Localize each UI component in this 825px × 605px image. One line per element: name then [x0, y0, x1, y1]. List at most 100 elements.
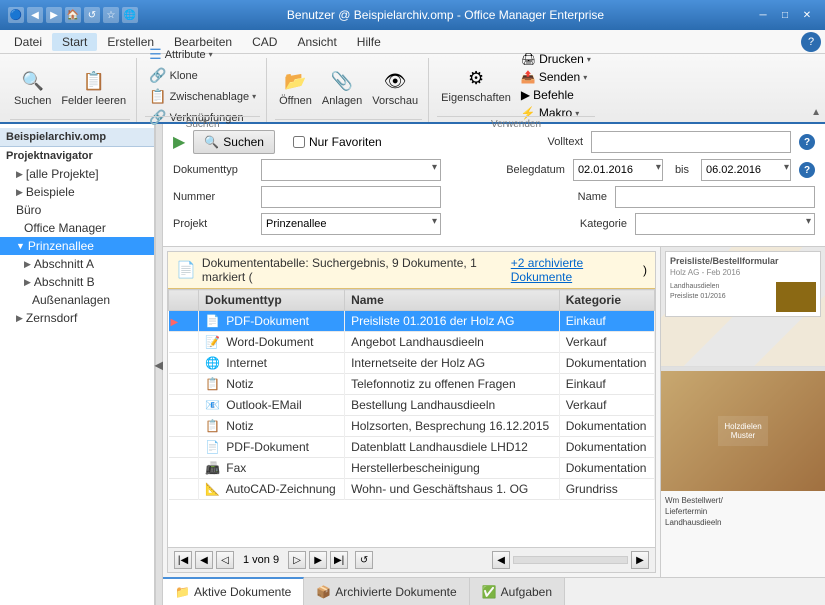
suchen-button[interactable]: 🔍 Suchen: [10, 61, 55, 117]
minimize-button[interactable]: ─: [753, 7, 773, 23]
close-button[interactable]: ✕: [797, 7, 817, 23]
sidebar-item-alle[interactable]: ▶ [alle Projekte]: [0, 165, 154, 183]
col-header-kategorie[interactable]: Kategorie: [559, 290, 654, 311]
oeffnen-button[interactable]: 📂 Öffnen: [275, 61, 316, 117]
nav-forward[interactable]: ▶: [46, 7, 62, 23]
table-scrollbar-left[interactable]: ◀: [492, 551, 510, 569]
date-to-dropdown-icon[interactable]: ▾: [784, 162, 789, 173]
nav-last-button[interactable]: ▶|: [330, 551, 348, 569]
nav-next-button[interactable]: ▶: [309, 551, 327, 569]
doc-table[interactable]: Dokumenttyp Name Kategorie ▶ 📄 PDF-Dokum…: [168, 289, 655, 547]
zwischenablage-button[interactable]: 📋 Zwischenablage ▾: [145, 87, 260, 106]
sidebar-item-beispiele[interactable]: ▶ Beispiele: [0, 183, 154, 201]
date-to-input[interactable]: [701, 159, 791, 181]
sidebar-item-abschnitt-b[interactable]: ▶ Abschnitt B: [0, 273, 154, 291]
menu-datei[interactable]: Datei: [4, 33, 52, 51]
anlagen-button[interactable]: 📎 Anlagen: [318, 61, 366, 117]
row-name-cell: Holzsorten, Besprechung 16.12.2015: [345, 416, 560, 437]
date-from-input[interactable]: [573, 159, 663, 181]
sidebar-header[interactable]: Beispielarchiv.omp: [0, 128, 154, 147]
menu-start[interactable]: Start: [52, 33, 97, 51]
table-row[interactable]: 📐 AutoCAD-Zeichnung Wohn- und Geschäftsh…: [169, 479, 655, 500]
tab-archivierte-label: Archivierte Dokumente: [335, 585, 456, 599]
vorschau-button[interactable]: 👁 Vorschau: [368, 61, 422, 117]
klone-button[interactable]: 🔗 Klone: [145, 66, 260, 85]
vorschau-icon: 👁: [383, 69, 407, 93]
table-scrollbar-track[interactable]: [513, 556, 628, 564]
projekt-select[interactable]: Prinzenallee: [261, 213, 441, 235]
bottom-tabs: 📁 Aktive Dokumente 📦 Archivierte Dokumen…: [163, 577, 825, 605]
befehle-button[interactable]: ▶ Befehle: [517, 87, 595, 103]
table-body: ▶ 📄 PDF-Dokument Preisliste 01.2016 der …: [169, 311, 655, 500]
nummer-input[interactable]: [261, 186, 441, 208]
attribute-button[interactable]: ☰ Attribute ▾: [145, 45, 260, 64]
preview-doc-text: Preisliste/Bestellformular Holz AG - Feb…: [665, 251, 821, 317]
drucken-button[interactable]: 🖨 Drucken ▾: [517, 51, 595, 67]
maximize-button[interactable]: □: [775, 7, 795, 23]
table-row[interactable]: 📠 Fax Herstellerbescheinigung Dokumentat…: [169, 458, 655, 479]
nav-home[interactable]: 🏠: [65, 7, 81, 23]
nav-prev-small-button[interactable]: ◁: [216, 551, 234, 569]
col-header-type: [169, 290, 199, 311]
ribbon-group-open: 📂 Öffnen 📎 Anlagen 👁 Vorschau: [269, 58, 429, 122]
table-row[interactable]: 📝 Word-Dokument Angebot Landhausdieeln V…: [169, 332, 655, 353]
nav-first-button[interactable]: |◀: [174, 551, 192, 569]
tab-aufgaben[interactable]: ✅ Aufgaben: [470, 578, 565, 605]
nav-prev-button[interactable]: ◀: [195, 551, 213, 569]
sidebar-collapse-handle[interactable]: ◀: [155, 124, 163, 605]
name-input[interactable]: [615, 186, 815, 208]
nav-refresh[interactable]: ↺: [84, 7, 100, 23]
menu-hilfe[interactable]: Hilfe: [347, 33, 391, 51]
kategorie-select[interactable]: [635, 213, 815, 235]
ribbon-collapse-button[interactable]: ▲: [811, 104, 821, 118]
row-name-cell: Bestellung Landhausdieeln: [345, 395, 560, 416]
tab-archivierte-dokumente[interactable]: 📦 Archivierte Dokumente: [304, 578, 469, 605]
nav-back[interactable]: ◀: [27, 7, 43, 23]
dokumenttyp-select[interactable]: [261, 159, 441, 181]
sidebar-item-aussenanlagen[interactable]: Außenanlagen: [0, 291, 154, 309]
oeffnen-icon: 📂: [284, 69, 308, 93]
table-row[interactable]: 🌐 Internet Internetseite der Holz AG Dok…: [169, 353, 655, 374]
archive-link[interactable]: +2 archivierte Dokumente: [511, 256, 637, 284]
menu-ansicht[interactable]: Ansicht: [287, 33, 346, 51]
nav-globe[interactable]: 🌐: [122, 7, 138, 23]
nur-favoriten-checkbox[interactable]: [293, 136, 305, 148]
sidebar-item-buero[interactable]: Büro: [0, 201, 154, 219]
sidebar-item-office-manager[interactable]: Office Manager: [0, 219, 154, 237]
doc-header: 📄 Dokumententabelle: Suchergebnis, 9 Dok…: [168, 252, 655, 289]
volltext-help-icon[interactable]: ?: [799, 134, 815, 150]
eigenschaften-button[interactable]: ⚙ Eigenschaften: [437, 58, 515, 114]
search-row-3: Nummer Name: [173, 186, 815, 208]
nur-favoriten-label: Nur Favoriten: [309, 135, 382, 149]
belegdatum-help-icon[interactable]: ?: [799, 162, 815, 178]
search-panel: ▶ 🔍 Suchen Nur Favoriten Volltext ? Doku…: [163, 124, 825, 247]
row-arrow-cell: [169, 458, 199, 479]
table-row[interactable]: ▶ 📄 PDF-Dokument Preisliste 01.2016 der …: [169, 311, 655, 332]
col-header-dokumenttyp[interactable]: Dokumenttyp: [199, 290, 345, 311]
sidebar-item-prinzenallee[interactable]: ▼ Prinzenallee: [0, 237, 154, 255]
col-header-name[interactable]: Name: [345, 290, 560, 311]
nav-next-small-button[interactable]: ▷: [288, 551, 306, 569]
volltext-input[interactable]: [591, 131, 791, 153]
row-kategorie-cell: Verkauf: [559, 332, 654, 353]
help-circle-icon[interactable]: ?: [801, 32, 821, 52]
nav-star[interactable]: ☆: [103, 7, 119, 23]
app-icon-blue[interactable]: 🔵: [8, 7, 24, 23]
table-scrollbar-right[interactable]: ▶: [631, 551, 649, 569]
ribbon-group-search-label: [10, 119, 130, 122]
tab-aktive-dokumente[interactable]: 📁 Aktive Dokumente: [163, 577, 304, 605]
senden-button[interactable]: 📤 Senden ▾: [517, 69, 595, 85]
nav-refresh-button[interactable]: ↺: [355, 551, 373, 569]
sidebar-item-abschnitt-a[interactable]: ▶ Abschnitt A: [0, 255, 154, 273]
felder-leeren-button[interactable]: 📋 Felder leeren: [57, 61, 130, 117]
table-row[interactable]: 📄 PDF-Dokument Datenblatt Landhausdiele …: [169, 437, 655, 458]
sidebar-zernsdorf-label: Zernsdorf: [26, 311, 77, 325]
search-button-label: Suchen: [223, 135, 264, 149]
table-row[interactable]: 📋 Notiz Telefonnotiz zu offenen Fragen E…: [169, 374, 655, 395]
date-from-dropdown-icon[interactable]: ▾: [656, 162, 661, 173]
search-button[interactable]: 🔍 Suchen: [193, 130, 275, 154]
table-row[interactable]: 📋 Notiz Holzsorten, Besprechung 16.12.20…: [169, 416, 655, 437]
table-row[interactable]: 📧 Outlook-EMail Bestellung Landhausdieel…: [169, 395, 655, 416]
sidebar-item-zernsdorf[interactable]: ▶ Zernsdorf: [0, 309, 154, 327]
content-area: ▶ 🔍 Suchen Nur Favoriten Volltext ? Doku…: [163, 124, 825, 605]
